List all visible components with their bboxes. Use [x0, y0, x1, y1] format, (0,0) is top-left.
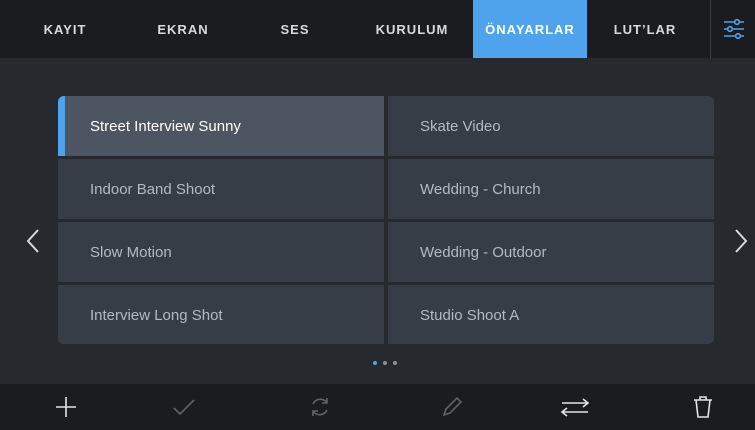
chevron-right-icon — [735, 229, 748, 253]
tab-ses[interactable]: SES — [265, 0, 325, 58]
page-indicator — [365, 358, 405, 368]
preset-item[interactable]: Indoor Band Shoot — [58, 159, 384, 219]
settings-menu-button[interactable] — [710, 0, 755, 58]
preset-item[interactable]: Studio Shoot A — [388, 285, 714, 344]
checkmark-icon — [173, 399, 195, 416]
rename-preset-button[interactable] — [422, 384, 482, 430]
next-page-button[interactable] — [726, 221, 755, 261]
load-preset-button[interactable] — [154, 384, 214, 430]
pencil-icon — [442, 396, 463, 417]
bottom-toolbar — [0, 384, 755, 430]
trash-icon — [694, 396, 712, 418]
preset-item[interactable]: Skate Video — [388, 96, 714, 156]
top-tab-bar: KAYIT EKRAN SES KURULUM ÖNAYARLAR LUT’LA… — [0, 0, 755, 58]
tab-kurulum[interactable]: KURULUM — [362, 0, 462, 58]
delete-preset-button[interactable] — [673, 384, 733, 430]
previous-page-button[interactable] — [18, 221, 48, 261]
preset-item[interactable]: Street Interview Sunny — [58, 96, 384, 156]
add-preset-button[interactable] — [36, 384, 96, 430]
preset-item[interactable]: Interview Long Shot — [58, 285, 384, 344]
tab-lutlar[interactable]: LUT’LAR — [600, 0, 690, 58]
tab-kayit[interactable]: KAYIT — [30, 0, 100, 58]
preset-item[interactable]: Wedding - Outdoor — [388, 222, 714, 282]
swap-arrows-icon — [560, 398, 590, 417]
refresh-icon — [312, 398, 328, 416]
plus-icon — [56, 397, 76, 417]
page-dot — [393, 361, 397, 365]
tab-onayarlar[interactable]: ÖNAYARLAR — [473, 0, 587, 58]
import-export-button[interactable] — [545, 384, 605, 430]
page-dot — [373, 361, 377, 365]
update-preset-button[interactable] — [290, 384, 350, 430]
chevron-left-icon — [26, 229, 39, 253]
preset-grid: Street Interview Sunny Skate Video Indoo… — [58, 96, 714, 344]
tab-ekran[interactable]: EKRAN — [143, 0, 223, 58]
preset-item[interactable]: Slow Motion — [58, 222, 384, 282]
preset-item[interactable]: Wedding - Church — [388, 159, 714, 219]
sliders-icon — [723, 18, 744, 40]
page-dot — [383, 361, 387, 365]
